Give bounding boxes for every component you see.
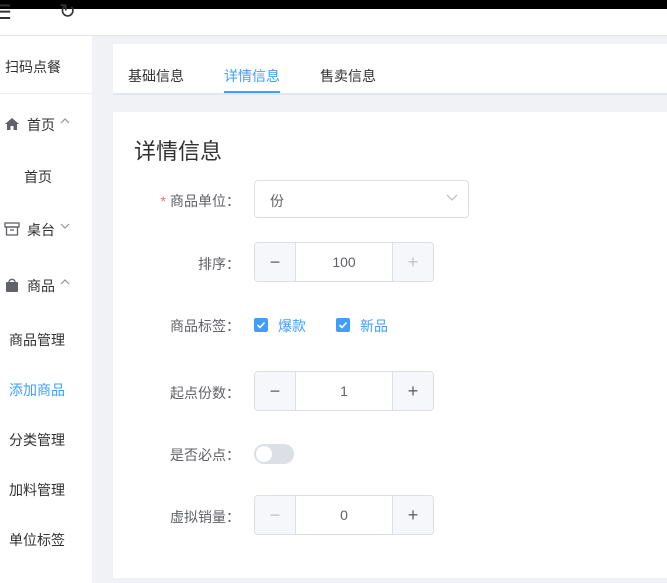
min-qty-increase-button[interactable]: + <box>392 372 433 410</box>
check-icon <box>338 321 348 329</box>
required-order-label: 是否必点： <box>170 447 240 463</box>
unit-select-value: 份 <box>270 193 284 209</box>
sidebar-group-label: 首页 <box>27 117 55 133</box>
sidebar-item-product-manage[interactable]: 商品管理 <box>9 330 65 350</box>
chevron-up-icon <box>60 276 70 290</box>
sort-input[interactable]: 100 <box>296 243 392 281</box>
top-bar: ☰ ↻ <box>0 2 667 36</box>
tab-bar: 基础信息 详情信息 售卖信息 <box>113 44 667 95</box>
sort-increase-button[interactable]: + <box>392 243 433 281</box>
active-tab-indicator <box>224 91 280 93</box>
chevron-down-icon <box>60 220 70 234</box>
switch-knob <box>256 446 272 462</box>
unit-label: * 商品单位： <box>160 193 240 209</box>
sidebar-group-label: 商品 <box>27 278 55 294</box>
required-mark: * <box>160 193 166 209</box>
sidebar-divider <box>0 93 92 94</box>
sidebar-group-label: 桌台 <box>27 222 55 238</box>
section-title: 详情信息 <box>134 139 223 164</box>
menu-toggle-icon[interactable]: ☰ <box>0 3 12 23</box>
tab-basic-info[interactable]: 基础信息 <box>128 66 184 86</box>
sidebar-item-category-manage[interactable]: 分类管理 <box>9 430 65 450</box>
home-icon <box>5 118 19 130</box>
tag-checkbox-new[interactable] <box>336 318 350 332</box>
sidebar-item-add-product[interactable]: 添加商品 <box>9 380 65 400</box>
sort-stepper: − 100 + <box>254 242 434 282</box>
window-top-strip <box>0 0 667 9</box>
table-icon <box>4 222 20 236</box>
chevron-up-icon <box>60 115 70 129</box>
virtual-sales-input[interactable]: 0 <box>296 496 392 534</box>
tab-detail-info[interactable]: 详情信息 <box>224 66 280 86</box>
bag-icon <box>6 278 18 292</box>
tag-label-hot[interactable]: 爆款 <box>278 316 306 336</box>
sidebar-item-addon-manage[interactable]: 加料管理 <box>9 480 65 500</box>
min-qty-input[interactable]: 1 <box>296 372 392 410</box>
required-order-switch[interactable] <box>254 444 294 464</box>
tag-checkbox-hot[interactable] <box>254 318 268 332</box>
min-qty-label: 起点份数： <box>170 385 240 401</box>
virtual-sales-decrease-button[interactable]: − <box>255 496 296 534</box>
sidebar-item-home[interactable]: 首页 <box>24 167 52 187</box>
tags-label: 商品标签： <box>170 318 240 334</box>
tag-label-new[interactable]: 新品 <box>360 316 388 336</box>
sidebar-group-home[interactable]: 首页 <box>0 115 92 139</box>
sidebar: 扫码点餐 首页 首页 桌台 商品 商品管理 添加商品 分类管理 加料管理 单位标… <box>0 36 92 583</box>
sort-decrease-button[interactable]: − <box>255 243 296 281</box>
min-qty-decrease-button[interactable]: − <box>255 372 296 410</box>
virtual-sales-label: 虚拟销量： <box>170 509 240 525</box>
tab-sale-info[interactable]: 售卖信息 <box>320 66 376 86</box>
detail-form-card: 详情信息 * 商品单位： 份 排序： − 100 + 商品标签： 爆款 新品 起点… <box>113 112 667 578</box>
sidebar-group-table[interactable]: 桌台 <box>0 220 92 244</box>
sort-label: 排序： <box>198 256 240 272</box>
unit-select[interactable]: 份 <box>254 180 469 218</box>
app-title: 扫码点餐 <box>5 59 61 75</box>
sidebar-item-unit-tag[interactable]: 单位标签 <box>9 530 65 550</box>
sidebar-group-product[interactable]: 商品 <box>0 276 92 300</box>
chevron-down-icon <box>446 194 458 201</box>
check-icon <box>256 321 266 329</box>
min-qty-stepper: − 1 + <box>254 371 434 411</box>
virtual-sales-stepper: − 0 + <box>254 495 434 535</box>
virtual-sales-increase-button[interactable]: + <box>392 496 433 534</box>
refresh-icon[interactable]: ↻ <box>59 2 76 22</box>
